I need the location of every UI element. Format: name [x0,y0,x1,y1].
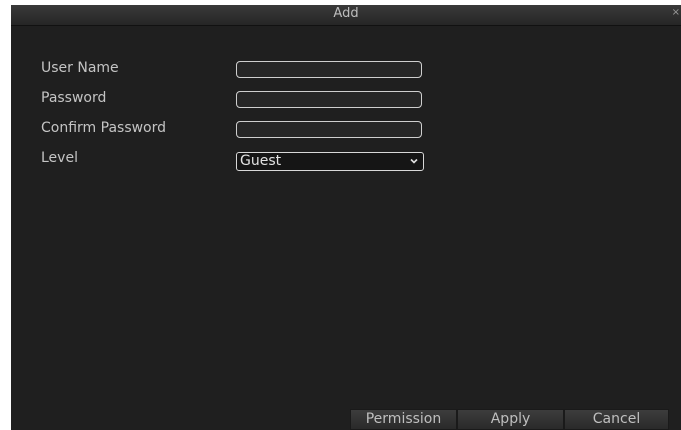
chevron-down-icon [410,158,418,164]
add-user-dialog: Add × User Name Password Confirm Passwor… [11,5,681,430]
user-name-label: User Name [41,60,119,76]
dialog-title: Add [333,6,359,21]
apply-button[interactable]: Apply [457,409,564,430]
confirm-password-field[interactable] [236,121,422,138]
password-label: Password [41,90,107,106]
confirm-password-label: Confirm Password [41,120,167,136]
level-select[interactable]: Guest [236,152,424,171]
cancel-button[interactable]: Cancel [564,409,669,430]
permission-button[interactable]: Permission [350,409,457,430]
user-name-field[interactable] [236,61,422,78]
level-select-value: Guest [240,153,282,169]
level-label: Level [41,150,78,166]
password-field[interactable] [236,91,422,108]
close-icon[interactable]: × [672,7,680,18]
title-bar: Add × [11,5,681,26]
